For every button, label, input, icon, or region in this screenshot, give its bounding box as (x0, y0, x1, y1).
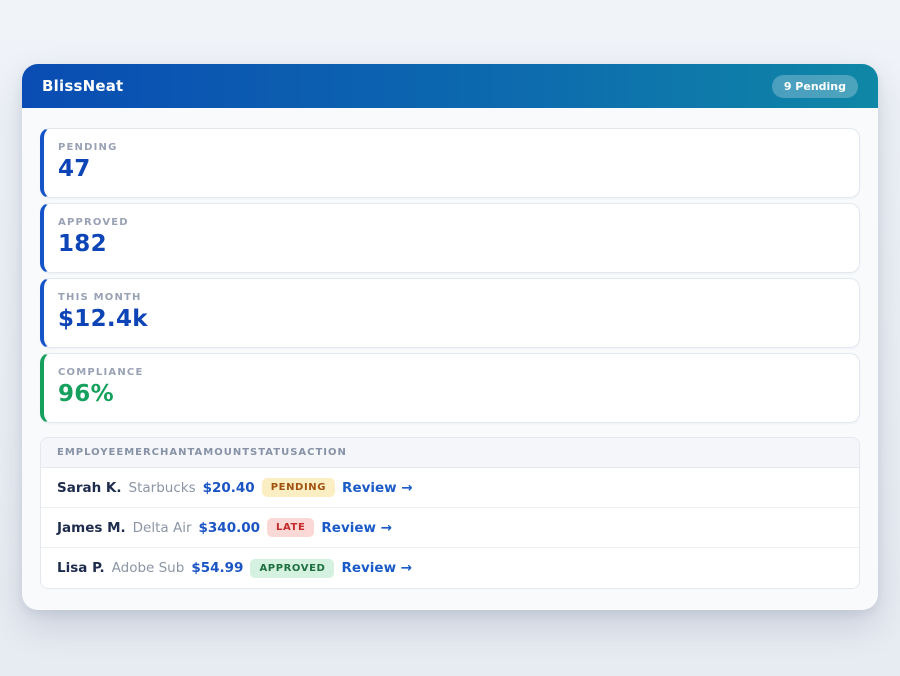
status-badge: APPROVED (250, 559, 334, 578)
stat-value: 182 (58, 231, 843, 257)
col-header-action: ACTION (298, 447, 347, 458)
stat-card-compliance: COMPLIANCE 96% (40, 353, 860, 423)
employee-name: Lisa P. (57, 560, 105, 576)
stat-card-this-month: THIS MONTH $12.4k (40, 278, 860, 348)
employee-name: Sarah K. (57, 480, 122, 496)
status-badge: LATE (267, 518, 314, 537)
status-badge: PENDING (262, 478, 335, 497)
merchant-name: Delta Air (133, 520, 192, 536)
table-header-row: EMPLOYEEMERCHANTAMOUNTSTATUSACTION (41, 438, 859, 468)
app-title: BlissNeat (42, 77, 123, 95)
stat-label: THIS MONTH (58, 292, 843, 303)
col-header-employee: EMPLOYEE (57, 447, 124, 458)
stat-label: PENDING (58, 142, 843, 153)
amount-value: $54.99 (191, 560, 243, 576)
table-row: James M. Delta Air $340.00 LATE Review → (41, 508, 859, 548)
card-body: PENDING 47 APPROVED 182 THIS MONTH $12.4… (22, 108, 878, 610)
merchant-name: Adobe Sub (112, 560, 185, 576)
table-row: Lisa P. Adobe Sub $54.99 APPROVED Review… (41, 548, 859, 588)
stat-value: 96% (58, 381, 843, 407)
pending-count-badge: 9 Pending (772, 75, 858, 98)
amount-value: $340.00 (199, 520, 261, 536)
review-link[interactable]: Review → (341, 560, 412, 576)
col-header-merchant: MERCHANT (124, 447, 194, 458)
stat-value: $12.4k (58, 306, 843, 332)
review-link[interactable]: Review → (321, 520, 392, 536)
col-header-amount: AMOUNT (195, 447, 251, 458)
amount-value: $20.40 (203, 480, 255, 496)
stat-label: COMPLIANCE (58, 367, 843, 378)
review-link[interactable]: Review → (342, 480, 413, 496)
merchant-name: Starbucks (129, 480, 196, 496)
app-header: BlissNeat 9 Pending (22, 64, 878, 108)
col-header-status: STATUS (250, 447, 298, 458)
stat-value: 47 (58, 156, 843, 182)
employee-name: James M. (57, 520, 126, 536)
expense-app-card: BlissNeat 9 Pending PENDING 47 APPROVED … (22, 64, 878, 610)
stat-label: APPROVED (58, 217, 843, 228)
table-row: Sarah K. Starbucks $20.40 PENDING Review… (41, 468, 859, 508)
transactions-table: EMPLOYEEMERCHANTAMOUNTSTATUSACTION Sarah… (40, 437, 860, 589)
stat-card-pending: PENDING 47 (40, 128, 860, 198)
stat-card-approved: APPROVED 182 (40, 203, 860, 273)
